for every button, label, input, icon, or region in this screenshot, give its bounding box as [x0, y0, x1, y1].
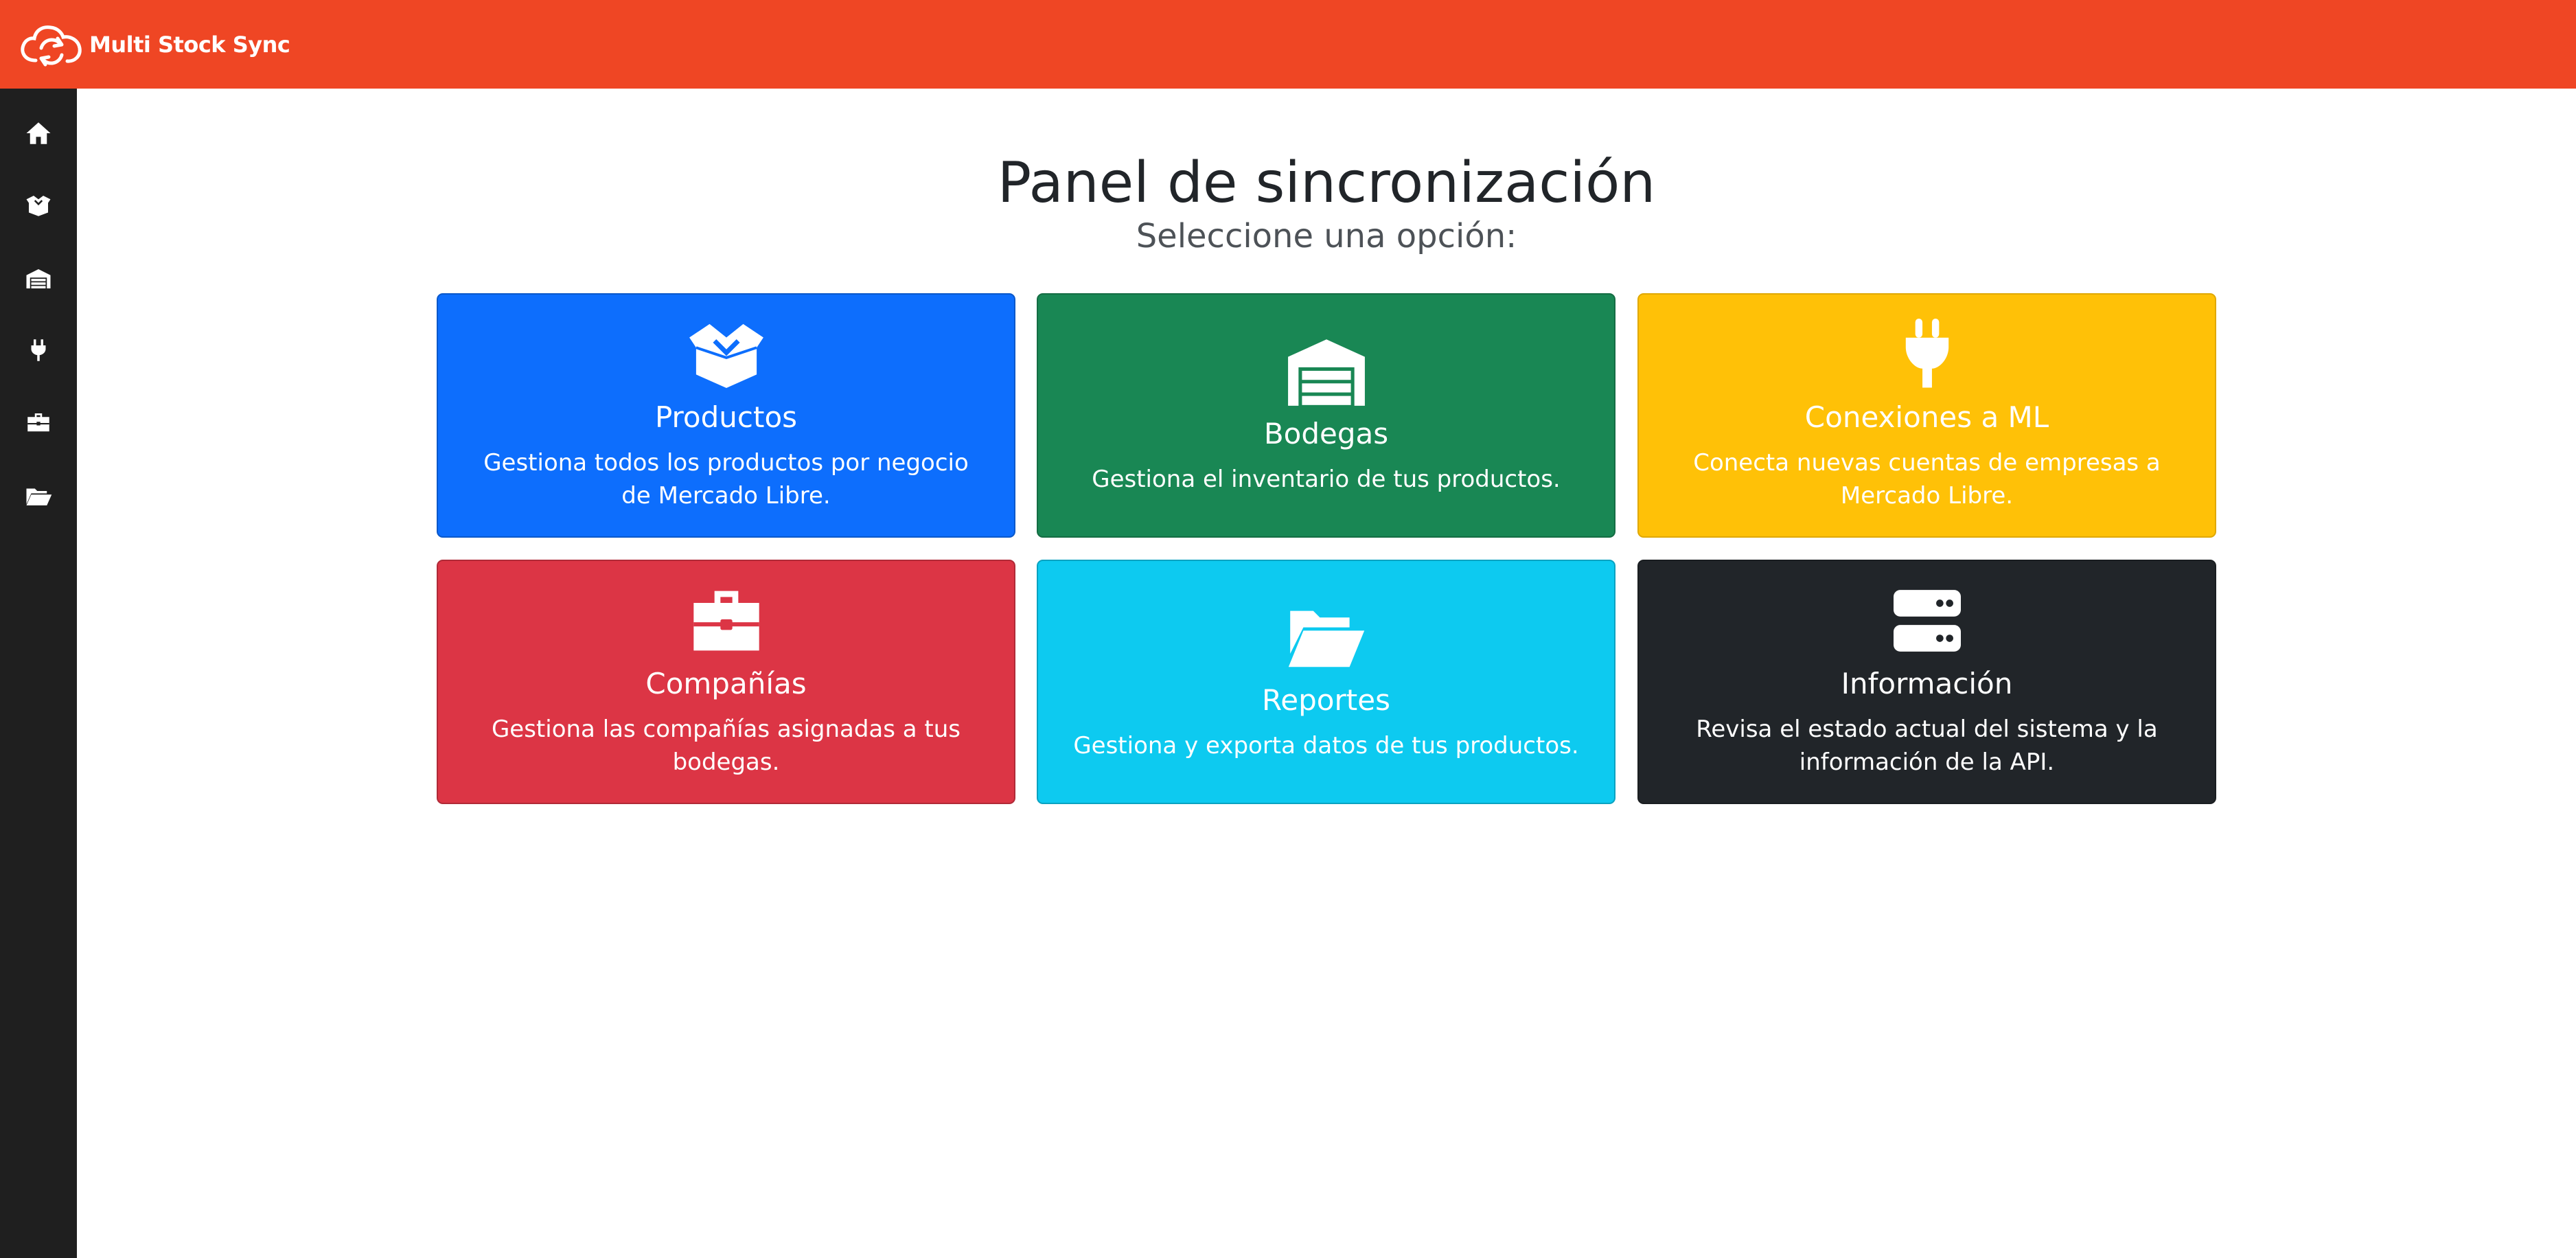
server-icon: [1893, 585, 1961, 656]
sidebar-item-bodegas[interactable]: [0, 249, 77, 311]
card-title: Conexiones a ML: [1804, 400, 2049, 434]
app-name: Multi Stock Sync: [89, 31, 290, 58]
sidebar-item-companias[interactable]: [0, 393, 77, 455]
card-title: Productos: [654, 400, 798, 434]
card-title: Información: [1841, 666, 2013, 700]
card-bodegas[interactable]: Bodegas Gestiona el inventario de tus pr…: [1037, 293, 1615, 538]
sidebar-item-conexiones[interactable]: [0, 321, 77, 382]
card-title: Bodegas: [1263, 416, 1389, 450]
plug-icon: [1898, 318, 1956, 390]
card-title: Reportes: [1262, 683, 1390, 717]
briefcase-icon: [24, 409, 53, 440]
card-description: Gestiona las compañías asignadas a tus b…: [491, 716, 961, 777]
folder-open-icon: [24, 481, 53, 513]
card-description: Revisa el estado actual del sistema y la…: [1696, 716, 2158, 777]
sidebar-item-reportes[interactable]: [0, 466, 77, 528]
card-conexiones[interactable]: Conexiones a ML Conecta nuevas cuentas d…: [1637, 293, 2216, 538]
home-icon: [24, 119, 53, 150]
page-subtitle: Seleccione una opción:: [1136, 217, 1517, 255]
top-navbar: Multi Stock Sync: [0, 0, 2576, 89]
page-title: Panel de sincronización: [997, 150, 1656, 216]
warehouse-icon: [24, 264, 53, 296]
card-reportes[interactable]: Reportes Gestiona y exporta datos de tus…: [1037, 560, 1615, 804]
card-description: Gestiona el inventario de tus productos.: [1092, 466, 1561, 494]
sidebar-item-productos[interactable]: [0, 176, 77, 238]
sidebar: [0, 89, 77, 1258]
card-productos[interactable]: Productos Gestiona todos los productos p…: [437, 293, 1015, 538]
sidebar-item-home[interactable]: [0, 104, 77, 165]
briefcase-icon: [691, 585, 762, 656]
card-description: Gestiona todos los productos por negocio…: [483, 449, 969, 510]
sync-cloud-icon: [15, 15, 88, 74]
box-open-icon: [24, 191, 53, 222]
box-open-icon: [686, 319, 767, 390]
card-title: Compañías: [645, 666, 807, 700]
card-description: Gestiona y exporta datos de tus producto…: [1073, 732, 1579, 760]
plug-icon: [24, 336, 53, 367]
folder-open-icon: [1287, 602, 1366, 673]
warehouse-icon: [1285, 335, 1368, 407]
card-informacion[interactable]: Información Revisa el estado actual del …: [1637, 560, 2216, 804]
card-description: Conecta nuevas cuentas de empresas a Mer…: [1693, 449, 2161, 510]
brand-link[interactable]: Multi Stock Sync: [15, 15, 290, 74]
card-companias[interactable]: Compañías Gestiona las compañías asignad…: [437, 560, 1015, 804]
